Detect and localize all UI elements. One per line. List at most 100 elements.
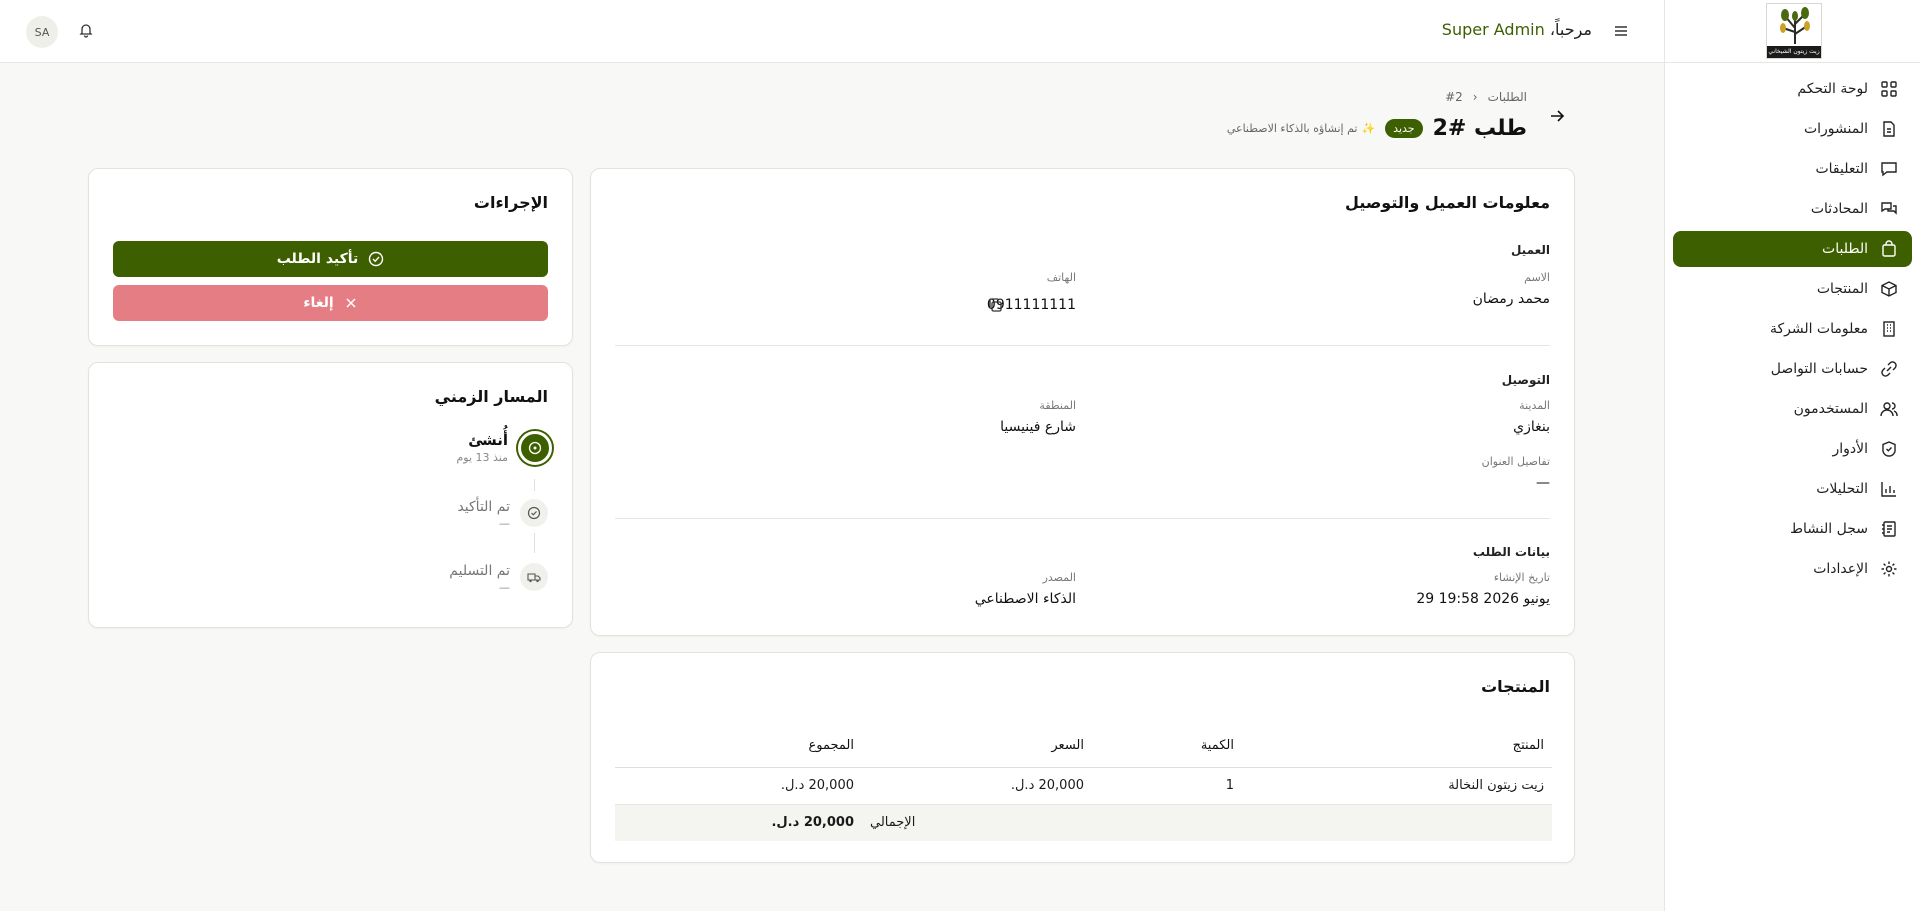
- sidebar: زيت زيتون الشيخاني لوحة التحكم المنشورات ا…: [1664, 0, 1920, 911]
- sidebar-item[interactable]: لوحة التحكم: [1673, 71, 1912, 107]
- timeline-step-confirmed: تم التأكيد —: [457, 499, 552, 530]
- status-badge: جديد: [1385, 119, 1423, 138]
- shield-icon: [1882, 441, 1896, 457]
- sidebar-item[interactable]: المحادثات: [1673, 191, 1912, 227]
- copy-icon[interactable]: [987, 297, 1003, 313]
- qty-cell: 1: [1092, 767, 1242, 805]
- file-icon: [1883, 121, 1895, 137]
- olive-branch-icon: [1780, 7, 1810, 44]
- confirm-label: تأكيد الطلب: [276, 251, 359, 267]
- confirm-order-button[interactable]: تأكيد الطلب: [113, 241, 548, 277]
- breadcrumb-current: #2: [1445, 90, 1463, 104]
- close-icon: [346, 298, 356, 308]
- logo-caption: زيت زيتون الشيخاني: [1767, 46, 1821, 58]
- address-label: تفاصيل العنوان: [1481, 455, 1550, 468]
- card-title: المنتجات: [1481, 677, 1550, 696]
- delivery-section-title: التوصيل: [1501, 373, 1550, 387]
- table-header-row: المنتج الكمية السعر المجموع: [615, 725, 1552, 768]
- sidebar-item[interactable]: حسابات التواصل: [1673, 351, 1912, 387]
- city-label: المدينة: [1519, 399, 1550, 412]
- step-name: تم التأكيد: [457, 499, 510, 515]
- welcome-text: مرحباً، Super Admin: [1442, 20, 1592, 39]
- menu-icon[interactable]: [1614, 24, 1628, 38]
- customer-delivery-card: معلومات العميل والتوصيل العميل الاسم محم…: [590, 168, 1575, 636]
- address-value: —: [1536, 475, 1550, 491]
- card-title: المسار الزمني: [434, 387, 548, 406]
- sidebar-item[interactable]: المنشورات: [1673, 111, 1912, 147]
- sidebar-item-label: المنشورات: [1803, 121, 1868, 137]
- clock-icon: [518, 431, 552, 465]
- users-icon: [1880, 402, 1898, 417]
- total-cell: 20,000 د.ل.: [615, 767, 862, 805]
- bell-icon[interactable]: [78, 22, 94, 38]
- bag-icon: [1882, 240, 1896, 257]
- products-table: المنتج الكمية السعر المجموع زيت زيتون ال…: [615, 725, 1552, 841]
- column-header: الكمية: [1092, 725, 1242, 768]
- sidebar-item[interactable]: معلومات الشركة: [1673, 311, 1912, 347]
- column-header: المنتج: [1242, 725, 1552, 768]
- column-header: السعر: [862, 725, 1092, 768]
- area-label: المنطقة: [1039, 399, 1076, 412]
- step-time: —: [499, 517, 510, 530]
- logo-area: زيت زيتون الشيخاني: [1665, 0, 1920, 63]
- actions-card: الإجراءات تأكيد الطلب إلغاء: [88, 168, 573, 346]
- timeline-connector: [534, 479, 535, 491]
- products-card: المنتجات المنتج الكمية السعر المجموع زيت…: [590, 652, 1575, 863]
- name-label: الاسم: [1524, 271, 1550, 284]
- sidebar-item[interactable]: الإعدادات: [1673, 551, 1912, 587]
- sidebar-item-label: لوحة التحكم: [1797, 81, 1868, 97]
- sidebar-item-label: المستخدمون: [1793, 401, 1868, 417]
- sidebar-item-label: الطلبات: [1822, 241, 1868, 257]
- arrow-right-icon[interactable]: [1549, 108, 1565, 124]
- total-row: الإجمالي 20,000 د.ل.: [615, 804, 1552, 841]
- sidebar-item-label: معلومات الشركة: [1769, 321, 1868, 337]
- sidebar-item-label: المحادثات: [1810, 201, 1868, 217]
- box-icon: [1881, 281, 1897, 297]
- timeline-connector: [534, 533, 535, 553]
- breadcrumb-orders-link[interactable]: الطلبات: [1488, 90, 1527, 104]
- area-value: شارع فينيسيا: [1000, 419, 1076, 435]
- link-icon: [1881, 361, 1897, 377]
- column-header: المجموع: [615, 725, 862, 768]
- comment-icon: [1881, 162, 1897, 177]
- divider: [615, 345, 1550, 346]
- page-title: طلب #2: [1432, 116, 1527, 141]
- sidebar-item[interactable]: التحليلات: [1673, 471, 1912, 507]
- avatar[interactable]: SA: [26, 16, 58, 48]
- step-name: تم التسليم: [449, 563, 510, 579]
- sidebar-item[interactable]: المستخدمون: [1673, 391, 1912, 427]
- created-value: 29 يونيو 2026 19:58: [1416, 591, 1550, 607]
- gear-icon: [1881, 561, 1897, 577]
- breadcrumb: #2 › الطلبات: [1445, 90, 1527, 104]
- source-value: الذكاء الاصطناعي: [974, 591, 1076, 607]
- sidebar-item-label: الأدوار: [1832, 441, 1868, 457]
- divider: [615, 518, 1550, 519]
- welcome-greeting: مرحباً،: [1549, 20, 1592, 39]
- product-cell: زيت زيتون النخالة: [1242, 767, 1552, 805]
- cancel-label: إلغاء: [303, 295, 334, 311]
- timeline-card: المسار الزمني أُنشئ منذ 13 يوم تم التأكي…: [88, 362, 573, 628]
- check-circle-icon: [369, 251, 384, 267]
- cancel-order-button[interactable]: إلغاء: [113, 285, 548, 321]
- sidebar-item[interactable]: المنتجات: [1673, 271, 1912, 307]
- card-title: الإجراءات: [473, 193, 548, 212]
- title-row: طلب #2 جديد ✨ تم إنشاؤه بالذكاء الاصطناع…: [1227, 116, 1527, 141]
- sidebar-item-label: التحليلات: [1816, 481, 1868, 497]
- price-cell: 20,000 د.ل.: [862, 767, 1092, 805]
- step-time: —: [499, 581, 510, 594]
- sidebar-item[interactable]: الطلبات: [1673, 231, 1912, 267]
- sidebar-nav: لوحة التحكم المنشورات التعليقات المحادثات ال…: [1665, 63, 1920, 587]
- sidebar-item[interactable]: التعليقات: [1673, 151, 1912, 187]
- ai-note-text: تم إنشاؤه بالذكاء الاصطناعي: [1226, 122, 1358, 135]
- topbar: SA مرحباً، Super Admin: [0, 0, 1664, 63]
- sparkle-icon: ✨: [1361, 122, 1376, 135]
- card-title: معلومات العميل والتوصيل: [1345, 193, 1550, 212]
- step-time: منذ 13 يوم: [456, 451, 508, 464]
- phone-label: الهاتف: [1046, 271, 1076, 284]
- sidebar-item[interactable]: الأدوار: [1673, 431, 1912, 467]
- user-name: Super Admin: [1441, 20, 1545, 39]
- sidebar-item[interactable]: سجل النشاط: [1673, 511, 1912, 547]
- order-section-title: بيانات الطلب: [1472, 545, 1550, 559]
- brand-logo[interactable]: زيت زيتون الشيخاني: [1766, 3, 1822, 59]
- total-label: الإجمالي: [862, 804, 1092, 841]
